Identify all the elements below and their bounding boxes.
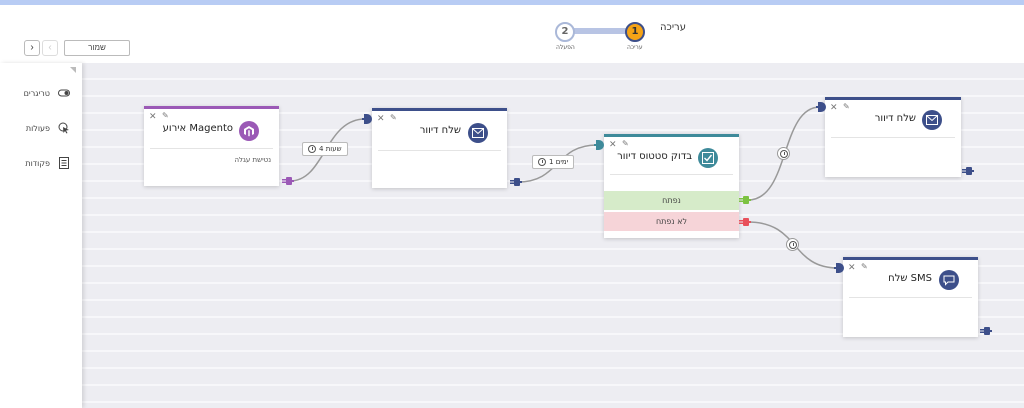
card-accent-bar [843, 257, 978, 260]
clock-icon [308, 145, 316, 153]
sidebar-item-label: פעולות [25, 123, 50, 133]
node-send-sms[interactable]: ✕ ✎ שלח SMS [843, 257, 978, 337]
pencil-icon[interactable]: ✎ [843, 102, 850, 111]
page-title: עריכה [660, 22, 686, 33]
output-plug-icon[interactable] [282, 176, 294, 186]
sidebar-item-commands[interactable]: פקודות [14, 156, 70, 170]
branch-not-opened[interactable]: לא נפתח [604, 212, 739, 231]
node-title: בדוק סטטוס דיוור [617, 151, 692, 162]
card-accent-bar [372, 108, 507, 111]
node-title: שלח דיוור [419, 125, 461, 136]
collapse-corner-icon[interactable] [70, 67, 76, 73]
node-send-email-1[interactable]: ✕ ✎ שלח דיוור [372, 108, 507, 188]
toggle-icon [58, 89, 70, 97]
close-icon[interactable]: ✕ [609, 140, 617, 150]
card-accent-bar [604, 134, 739, 137]
node-magento-trigger[interactable]: ✕ ✎ אירוע Magento נטישת עגלה [144, 106, 279, 186]
prev-button[interactable]: ‹ [42, 40, 58, 56]
envelope-icon [468, 123, 488, 143]
branch-opened[interactable]: נפתח [604, 191, 739, 210]
magento-icon [239, 121, 259, 141]
sidebar-item-actions[interactable]: פעולות [14, 121, 70, 135]
stepper-progress-line [570, 28, 628, 34]
save-button[interactable]: שמור [64, 40, 130, 56]
card-divider [150, 148, 273, 149]
close-icon[interactable]: ✕ [830, 103, 838, 113]
delay-label: 4 שעות [319, 145, 342, 153]
input-connector-icon[interactable] [362, 114, 372, 124]
input-connector-icon[interactable] [834, 263, 844, 273]
header [0, 5, 1024, 63]
next-button[interactable]: › [24, 40, 40, 56]
sidebar: טריגרים פעולות פקודות [0, 63, 82, 408]
input-connector-icon[interactable] [816, 102, 826, 112]
step-2-label: הפעלה [556, 44, 575, 51]
sidebar-item-label: טריגרים [23, 88, 50, 98]
timer-icon[interactable] [777, 147, 790, 160]
node-title: שלח SMS [888, 273, 932, 284]
delay-label: 1 ימים [549, 158, 569, 166]
card-accent-bar [825, 97, 961, 100]
pencil-icon[interactable]: ✎ [861, 262, 868, 271]
step-1[interactable]: 1 [625, 22, 645, 42]
cursor-click-icon [58, 122, 69, 134]
clock-icon [538, 158, 546, 166]
chat-bubble-icon [939, 270, 959, 290]
card-divider [831, 137, 955, 138]
sidebar-item-label: פקודות [25, 158, 50, 168]
pencil-icon[interactable]: ✎ [162, 111, 169, 120]
card-accent-bar [144, 106, 279, 109]
output-plug-icon-opened[interactable] [739, 195, 751, 205]
output-plug-icon[interactable] [980, 326, 992, 336]
output-plug-icon-not-opened[interactable] [739, 217, 751, 227]
envelope-icon [922, 110, 942, 130]
card-divider [849, 297, 972, 298]
timer-icon[interactable] [786, 238, 799, 251]
sidebar-item-triggers[interactable]: טריגרים [14, 86, 70, 100]
card-divider [378, 150, 501, 151]
output-plug-icon[interactable] [962, 166, 974, 176]
input-connector-icon[interactable] [594, 140, 604, 150]
delay-badge-2[interactable]: 1 ימים [532, 155, 575, 169]
delay-badge-1[interactable]: 4 שעות [302, 142, 348, 156]
node-check-email-status[interactable]: ✕ ✎ בדוק סטטוס דיוור נפתח לא נפתח [604, 134, 739, 238]
step-1-label: עריכה [627, 44, 643, 51]
list-document-icon [59, 157, 69, 169]
close-icon[interactable]: ✕ [149, 112, 157, 122]
pencil-icon[interactable]: ✎ [390, 113, 397, 122]
card-divider [610, 174, 733, 175]
check-square-icon [698, 148, 718, 168]
node-title: אירוע Magento [162, 123, 233, 134]
pencil-icon[interactable]: ✎ [622, 139, 629, 148]
close-icon[interactable]: ✕ [377, 114, 385, 124]
output-plug-icon[interactable] [510, 177, 522, 187]
step-2[interactable]: 2 [555, 22, 575, 42]
close-icon[interactable]: ✕ [848, 263, 856, 273]
node-title: שלח דיוור [874, 113, 916, 124]
node-subtitle: נטישת עגלה [234, 156, 271, 164]
node-send-email-2[interactable]: ✕ ✎ שלח דיוור [825, 97, 961, 177]
